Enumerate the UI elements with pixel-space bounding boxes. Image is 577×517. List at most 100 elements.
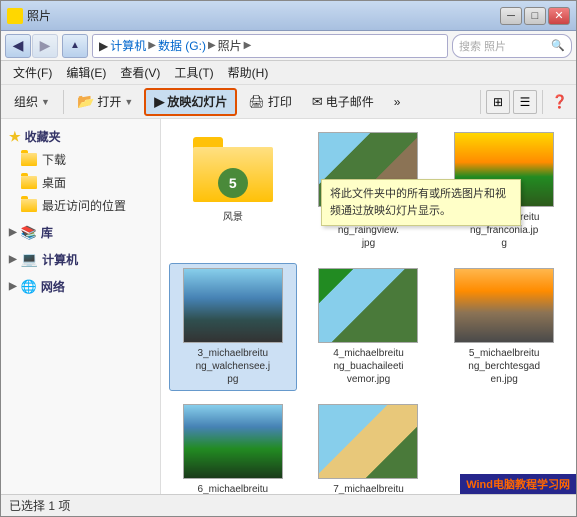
image-thumb-4 [318, 268, 418, 343]
email-icon: ✉ [312, 94, 323, 110]
status-selected: 已选择 1 项 [9, 497, 70, 514]
sidebar-item-downloads[interactable]: 下载 [1, 148, 160, 171]
print-button[interactable]: 🖨 打印 [239, 88, 301, 116]
breadcrumb-computer-label: 计算机 [110, 37, 146, 54]
downloads-label: 下载 [42, 151, 66, 168]
sidebar-item-recent[interactable]: 最近访问的位置 [1, 194, 160, 217]
more-label: » [394, 95, 401, 109]
watermark-highlight: 电脑教程学习网 [493, 479, 570, 491]
downloads-folder-icon [21, 153, 37, 166]
sidebar-item-desktop[interactable]: 桌面 [1, 171, 160, 194]
recent-folder-icon [21, 199, 37, 212]
watermark-prefix: Wind [466, 479, 493, 491]
watermark: Wind电脑教程学习网 [460, 474, 576, 494]
minimize-button[interactable]: ─ [500, 7, 522, 25]
folder-body: 5 [193, 147, 273, 202]
main-area: ★ 收藏夹 下载 桌面 最近访问的位置 ▶ [1, 119, 576, 494]
view-list-btn[interactable]: ☰ [513, 90, 537, 114]
menu-file[interactable]: 文件(F) [7, 62, 58, 83]
menu-edit[interactable]: 编辑(E) [60, 62, 112, 83]
library-chevron: ▶ [9, 227, 17, 238]
slideshow-button[interactable]: ▶ 放映幻灯片 [144, 88, 237, 116]
close-button[interactable]: ✕ [548, 7, 570, 25]
back-button[interactable]: ◀ [5, 34, 31, 58]
email-button[interactable]: ✉ 电子邮件 [303, 88, 383, 116]
library-section: ▶ 📚 库 [1, 221, 160, 244]
file-item-3[interactable]: 3_michaelbreitung_walchensee.jpg [169, 263, 297, 391]
maximize-button[interactable]: □ [524, 7, 546, 25]
nav-buttons: ◀ ▶ [5, 34, 58, 58]
slideshow-icon: ▶ [154, 94, 164, 110]
organize-arrow: ▼ [41, 97, 50, 107]
view-icon-btn[interactable]: ⊞ [486, 90, 510, 114]
open-button[interactable]: 📂 打开 ▼ [68, 88, 142, 116]
image-name-3: 3_michaelbreitung_walchensee.jpg [196, 347, 271, 386]
network-section: ▶ 🌐 网络 [1, 275, 160, 298]
breadcrumb-computer: ▶ [99, 39, 108, 53]
search-box[interactable]: 搜索 照片 🔍 [452, 34, 572, 58]
library-label: 库 [41, 224, 53, 241]
organize-label: 组织 [14, 93, 38, 110]
favorites-header[interactable]: ★ 收藏夹 [1, 125, 160, 148]
file-item-7[interactable]: 7_michaelbreitung_arbilot.jpg [305, 399, 433, 494]
file-item-5[interactable]: 5_michaelbreitung_berchtesgaden.jpg [440, 263, 568, 391]
image-thumb-3 [183, 268, 283, 343]
image-thumb-5 [454, 268, 554, 343]
more-button[interactable]: » [385, 88, 410, 116]
sidebar: ★ 收藏夹 下载 桌面 最近访问的位置 ▶ [1, 119, 161, 494]
help-btn[interactable]: ❓ [548, 90, 572, 114]
window-icon [7, 8, 23, 24]
recent-label: 最近访问的位置 [42, 197, 126, 214]
library-header[interactable]: ▶ 📚 库 [1, 221, 160, 244]
search-placeholder: 搜索 照片 [459, 38, 506, 54]
print-label: 打印 [268, 93, 292, 110]
network-icon: 🌐 [21, 279, 37, 295]
menu-tools[interactable]: 工具(T) [168, 62, 219, 83]
computer-section: ▶ 💻 计算机 [1, 248, 160, 271]
breadcrumb-photos: 照片 [218, 37, 242, 54]
open-arrow: ▼ [124, 97, 133, 107]
title-bar: 照片 ─ □ ✕ [1, 1, 576, 31]
toolbar-sep-2 [480, 90, 481, 114]
open-icon: 📂 [77, 93, 94, 110]
desktop-label: 桌面 [42, 174, 66, 191]
folder-badge: 5 [218, 168, 248, 198]
title-controls: ─ □ ✕ [500, 7, 570, 25]
file-item-6[interactable]: 6_michaelbreitung_kaparkona.i [169, 399, 297, 494]
menu-bar: 文件(F) 编辑(E) 查看(V) 工具(T) 帮助(H) [1, 61, 576, 85]
tooltip-text: 将此文件夹中的所有或所选图片和视频通过放映幻灯片显示。 [330, 188, 506, 217]
network-chevron: ▶ [9, 281, 17, 292]
network-label: 网络 [41, 278, 65, 295]
file-area: 将此文件夹中的所有或所选图片和视频通过放映幻灯片显示。 5 风景 [161, 119, 576, 494]
file-item-4[interactable]: 4_michaelbreitung_buachaileetivemor.jpg [305, 263, 433, 391]
organize-button[interactable]: 组织 ▼ [5, 88, 59, 116]
forward-button[interactable]: ▶ [32, 34, 58, 58]
breadcrumb[interactable]: ▶ 计算机 ▶ 数据 (G:) ▶ 照片 ▶ [92, 34, 448, 58]
image-thumb-6 [183, 404, 283, 479]
explorer-window: 照片 ─ □ ✕ ◀ ▶ ▲ ▶ 计算机 ▶ 数据 (G:) ▶ 照片 ▶ 搜索… [0, 0, 577, 517]
search-icon: 🔍 [551, 39, 565, 52]
toolbar-sep-1 [63, 90, 64, 114]
toolbar: 组织 ▼ 📂 打开 ▼ ▶ 放映幻灯片 🖨 打印 ✉ 电子邮件 » ⊞ ☰ [1, 85, 576, 119]
menu-view[interactable]: 查看(V) [114, 62, 166, 83]
toolbar-right: ⊞ ☰ ❓ [478, 90, 572, 114]
breadcrumb-drive: 数据 (G:) [158, 37, 206, 54]
file-item-folder[interactable]: 5 风景 [169, 127, 297, 255]
favorites-icon: ★ [9, 129, 21, 145]
breadcrumb-end: ▶ [244, 40, 252, 51]
menu-help[interactable]: 帮助(H) [222, 62, 275, 83]
computer-chevron: ▶ [9, 254, 17, 265]
folder-thumb: 5 [183, 132, 283, 207]
favorites-label: 收藏夹 [25, 128, 61, 145]
slideshow-label: 放映幻灯片 [167, 93, 227, 110]
up-button[interactable]: ▲ [62, 34, 88, 58]
print-icon: 🖨 [248, 94, 265, 110]
open-label: 打开 [97, 93, 121, 110]
computer-header[interactable]: ▶ 💻 计算机 [1, 248, 160, 271]
image-name-4: 4_michaelbreitung_buachaileetivemor.jpg [333, 347, 404, 386]
network-header[interactable]: ▶ 🌐 网络 [1, 275, 160, 298]
folder-name: 风景 [223, 211, 243, 224]
image-name-5: 5_michaelbreitung_berchtesgaden.jpg [468, 347, 540, 386]
toolbar-sep-3 [542, 90, 543, 114]
image-name-6: 6_michaelbreitung_kaparkona.i [198, 483, 269, 494]
